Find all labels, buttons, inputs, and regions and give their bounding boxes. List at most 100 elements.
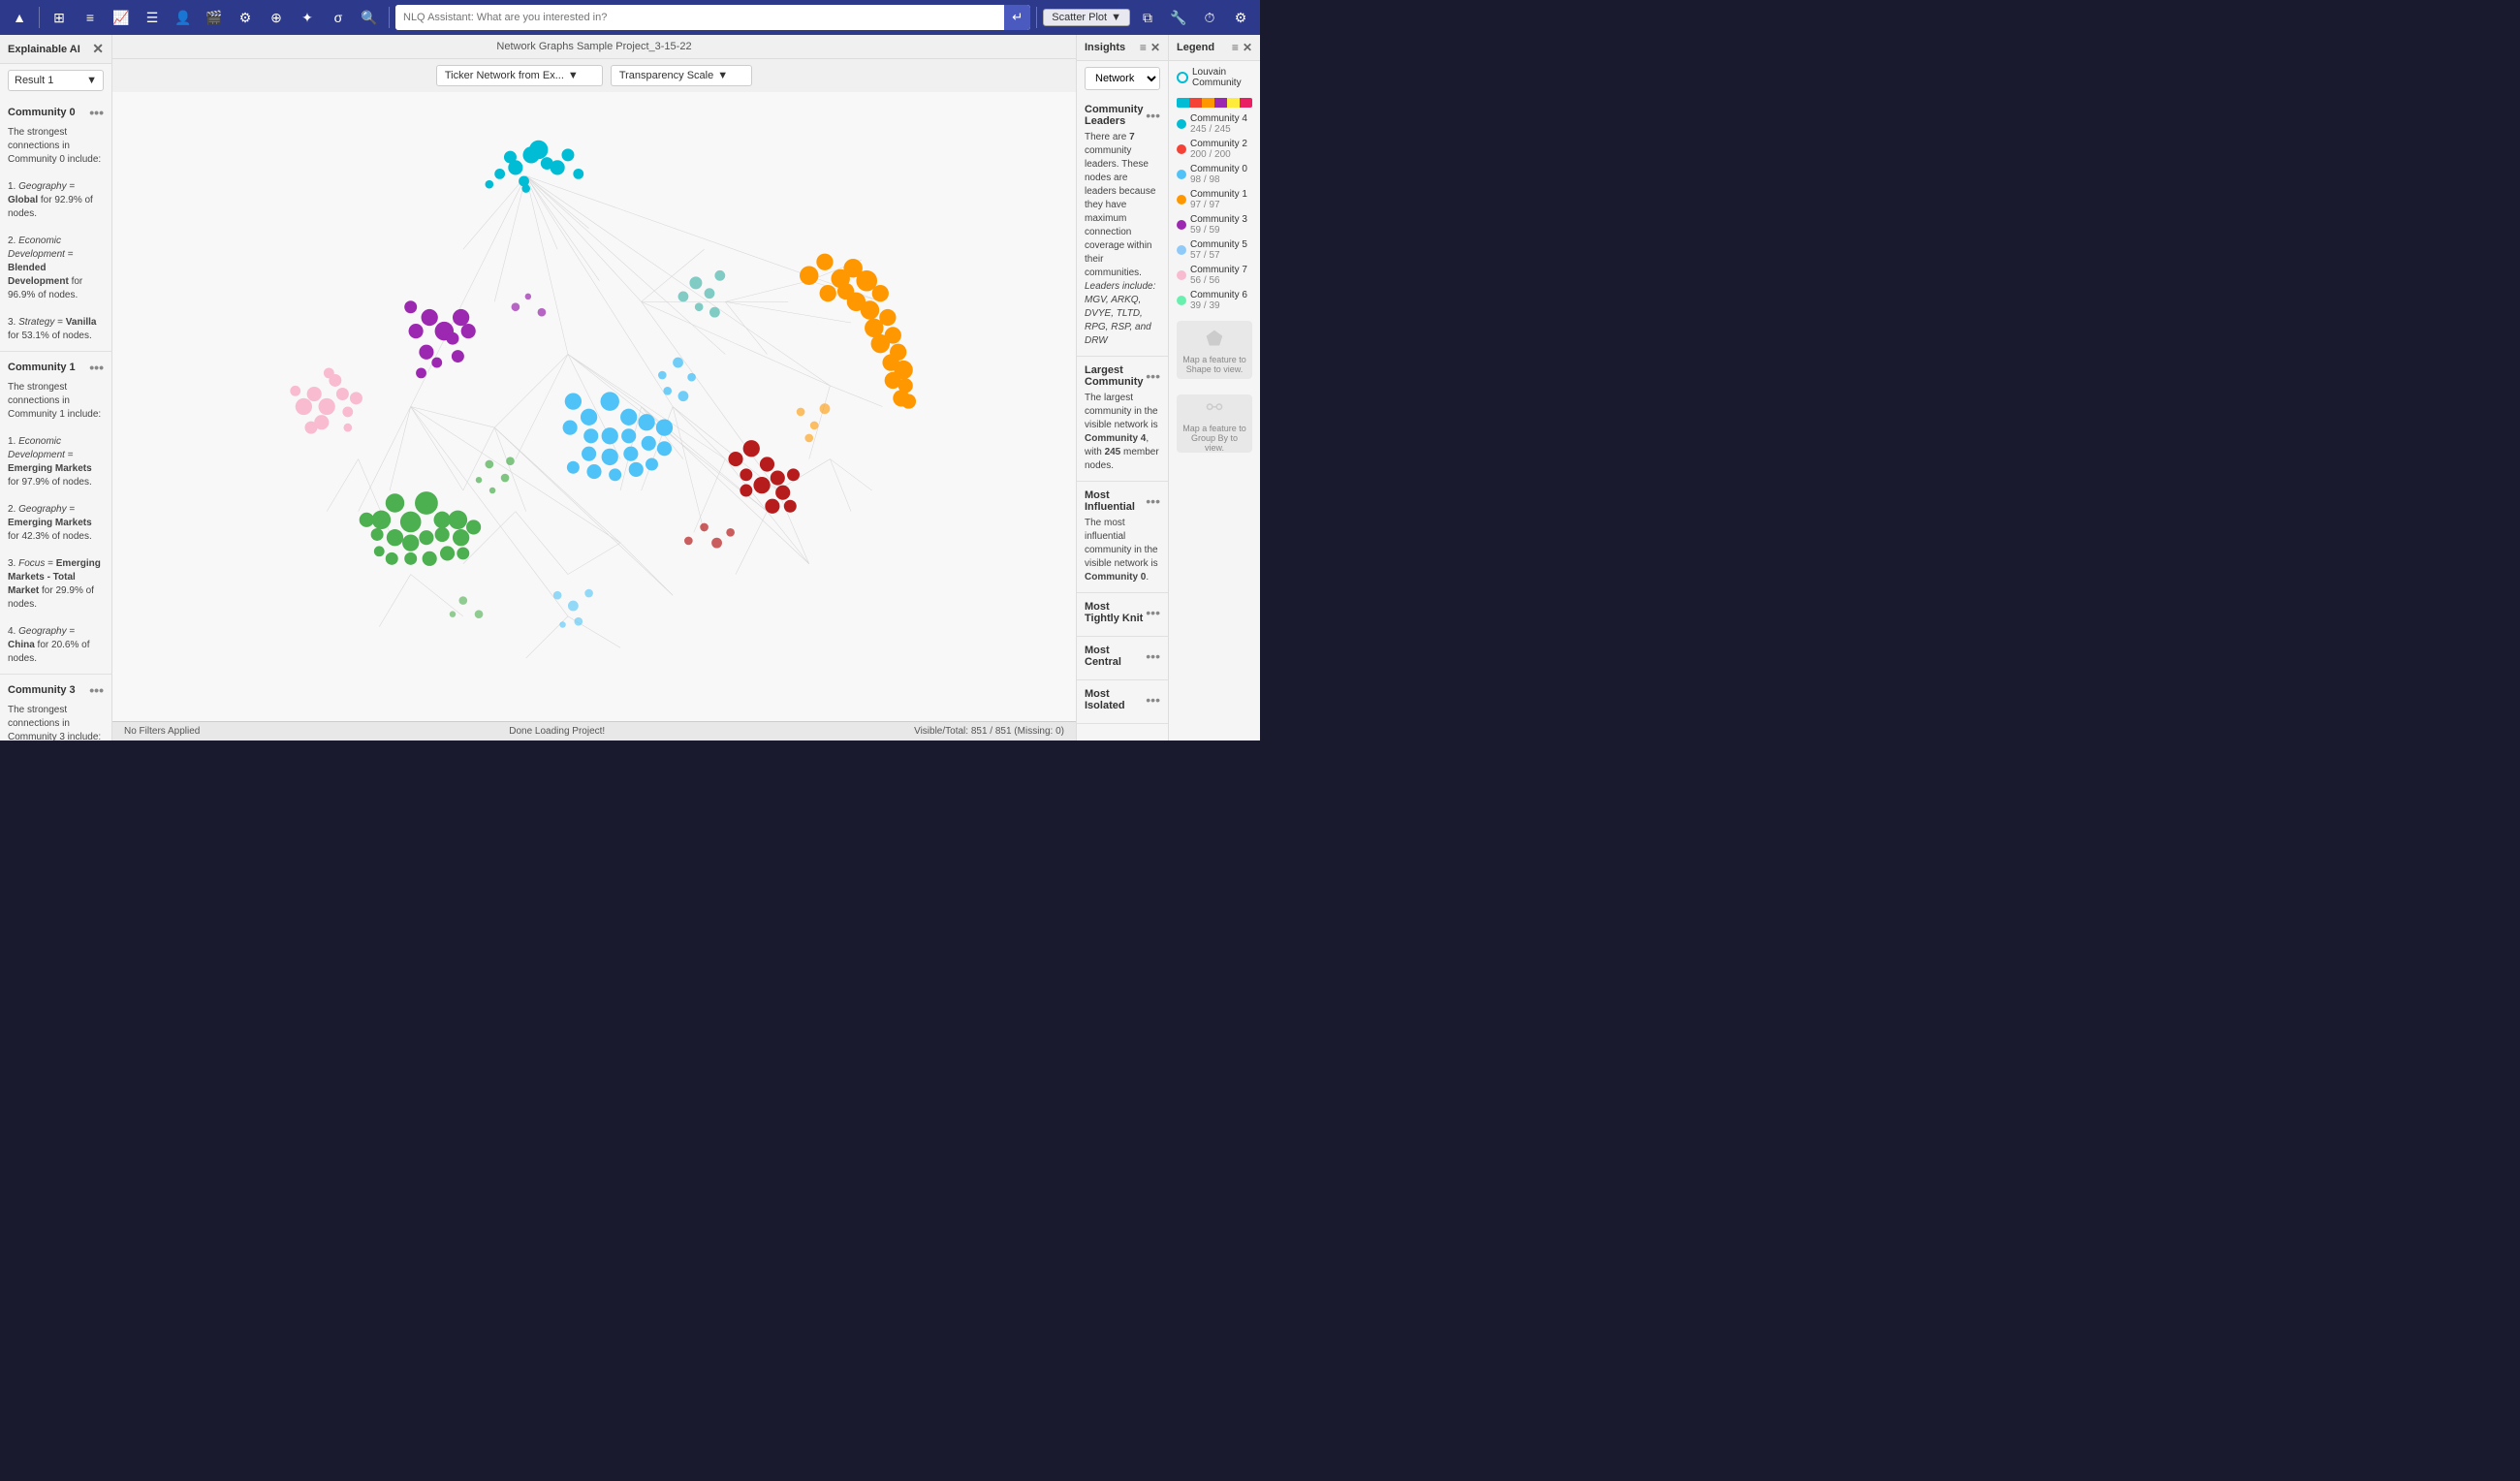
- filter-icon[interactable]: 🔧: [1165, 4, 1192, 31]
- community-0-name: Community 0: [8, 107, 76, 118]
- community-3-section: Community 3 ••• The strongest connection…: [0, 675, 111, 740]
- most-tightly-knit-menu[interactable]: •••: [1146, 605, 1160, 620]
- community-1-dot: [1177, 195, 1186, 205]
- color-seg-purple: [1214, 98, 1227, 108]
- legend-community-6[interactable]: Community 639 / 39: [1169, 288, 1260, 313]
- logo-icon[interactable]: ▲: [6, 4, 33, 31]
- search-icon[interactable]: 🔍: [356, 4, 383, 31]
- louvain-community-row: Louvain Community: [1169, 61, 1260, 94]
- color-seg-yellow: [1227, 98, 1240, 108]
- status-bar: No Filters Applied Done Loading Project!…: [112, 721, 1076, 740]
- largest-community-card: Largest Community ••• The largest commun…: [1077, 357, 1168, 482]
- community-3-label: Community 359 / 59: [1190, 214, 1247, 236]
- community-4-label: Community 4245 / 245: [1190, 113, 1247, 135]
- louvain-label: Louvain Community: [1192, 67, 1252, 88]
- insights-close-button[interactable]: ✕: [1150, 41, 1160, 54]
- grid-icon[interactable]: ⊞: [46, 4, 73, 31]
- most-tightly-knit-title: Most Tightly Knit: [1085, 601, 1146, 624]
- community-0-label: Community 098 / 98: [1190, 164, 1247, 185]
- network-dropdown-container: Network: [1085, 67, 1160, 90]
- ticker-network-dropdown[interactable]: Ticker Network from Ex... ▼: [436, 65, 603, 86]
- community-3-menu[interactable]: •••: [89, 682, 104, 698]
- legend-header-icons: ≡ ✕: [1232, 41, 1252, 54]
- status-visible: Visible/Total: 851 / 851 (Missing: 0): [914, 726, 1064, 737]
- person-icon[interactable]: 👤: [170, 4, 197, 31]
- largest-community-title: Largest Community: [1085, 364, 1146, 388]
- explainable-ai-panel: Explainable AI ✕ Result 1 ▼ Community 0 …: [0, 35, 112, 740]
- community-5-dot: [1177, 245, 1186, 255]
- most-central-menu[interactable]: •••: [1146, 648, 1160, 664]
- community-0-title: Community 0 •••: [8, 105, 104, 120]
- color-seg-pink: [1240, 98, 1252, 108]
- share-icon[interactable]: ⧉: [1134, 4, 1161, 31]
- result-dropdown[interactable]: Result 1 ▼: [8, 70, 104, 91]
- legend-community-5[interactable]: Community 557 / 57: [1169, 237, 1260, 263]
- list-icon[interactable]: ≡: [77, 4, 104, 31]
- legend-menu-icon[interactable]: ≡: [1232, 41, 1239, 54]
- network-select[interactable]: Network: [1085, 67, 1160, 90]
- legend-close-button[interactable]: ✕: [1243, 41, 1252, 54]
- shape-placeholder-text: Map a feature to Shape to view.: [1182, 355, 1246, 374]
- community-leaders-menu[interactable]: •••: [1146, 108, 1160, 123]
- group-placeholder: ⚯ Map a feature to Group By to view.: [1177, 394, 1252, 453]
- community-leaders-text: There are 7 community leaders. These nod…: [1085, 131, 1160, 348]
- status-loading: Done Loading Project!: [509, 726, 605, 737]
- search-submit-button[interactable]: ↵: [1004, 5, 1030, 30]
- history-icon[interactable]: ⏱: [1196, 4, 1223, 31]
- community-1-text: The strongest connections in Community 1…: [8, 381, 104, 666]
- most-isolated-menu[interactable]: •••: [1146, 692, 1160, 708]
- legend-panel: Legend ≡ ✕ Louvain Community Community 4…: [1168, 35, 1260, 740]
- insights-header-icons: ≡ ✕: [1140, 41, 1160, 54]
- legend-community-4[interactable]: Community 4245 / 245: [1169, 111, 1260, 137]
- ticker-dropdown-icon: ▼: [568, 70, 579, 81]
- community-3-name: Community 3: [8, 684, 76, 696]
- community-0-text: The strongest connections in Community 0…: [8, 126, 104, 343]
- toolbar-separator-2: [389, 7, 390, 28]
- result-label: Result 1: [15, 75, 53, 86]
- legend-community-3[interactable]: Community 359 / 59: [1169, 212, 1260, 237]
- most-influential-menu[interactable]: •••: [1146, 493, 1160, 509]
- louvain-circle-icon: [1177, 72, 1188, 83]
- plus-icon[interactable]: ⊕: [263, 4, 290, 31]
- sigma-icon[interactable]: σ: [325, 4, 352, 31]
- settings-icon[interactable]: ⚙: [232, 4, 259, 31]
- community-6-dot: [1177, 296, 1186, 305]
- community-3-dot: [1177, 220, 1186, 230]
- most-central-card: Most Central •••: [1077, 637, 1168, 680]
- chart-icon[interactable]: 📈: [108, 4, 135, 31]
- community-1-section: Community 1 ••• The strongest connection…: [0, 352, 111, 675]
- scatter-dropdown-icon: ▼: [1111, 12, 1121, 23]
- community-1-title: Community 1 •••: [8, 360, 104, 375]
- legend-community-2[interactable]: Community 2200 / 200: [1169, 137, 1260, 162]
- scatter-plot-button[interactable]: Scatter Plot ▼: [1043, 9, 1130, 26]
- network-canvas[interactable]: [112, 92, 1076, 721]
- largest-community-text: The largest community in the visible net…: [1085, 392, 1160, 473]
- community-1-label: Community 197 / 97: [1190, 189, 1247, 210]
- color-seg-red: [1189, 98, 1202, 108]
- legend-community-0[interactable]: Community 098 / 98: [1169, 162, 1260, 187]
- menu-icon[interactable]: ☰: [139, 4, 166, 31]
- insights-panel: Insights ≡ ✕ Network Community Leaders •…: [1076, 35, 1168, 740]
- legend-community-1[interactable]: Community 197 / 97: [1169, 187, 1260, 212]
- explainable-ai-close-button[interactable]: ✕: [92, 41, 104, 57]
- nlq-search-input[interactable]: [395, 5, 1004, 30]
- largest-community-menu[interactable]: •••: [1146, 368, 1160, 384]
- community-5-label: Community 557 / 57: [1190, 239, 1247, 261]
- star-icon[interactable]: ✦: [294, 4, 321, 31]
- largest-community-header: Largest Community •••: [1085, 364, 1160, 388]
- transparency-scale-dropdown[interactable]: Transparency Scale ▼: [611, 65, 752, 86]
- gear-icon[interactable]: ⚙: [1227, 4, 1254, 31]
- center-controls: Ticker Network from Ex... ▼ Transparency…: [112, 59, 1076, 92]
- legend-community-7[interactable]: Community 756 / 56: [1169, 263, 1260, 288]
- community-4-dot: [1177, 119, 1186, 129]
- community-1-menu[interactable]: •••: [89, 360, 104, 375]
- community-6-label: Community 639 / 39: [1190, 290, 1247, 311]
- project-title: Network Graphs Sample Project_3-15-22: [112, 35, 1076, 59]
- most-influential-header: Most Influential •••: [1085, 489, 1160, 513]
- film-icon[interactable]: 🎬: [201, 4, 228, 31]
- community-0-menu[interactable]: •••: [89, 105, 104, 120]
- community-scroll[interactable]: Community 0 ••• The strongest connection…: [0, 97, 111, 740]
- insights-menu-icon[interactable]: ≡: [1140, 41, 1147, 54]
- community-3-title: Community 3 •••: [8, 682, 104, 698]
- community-7-label: Community 756 / 56: [1190, 265, 1247, 286]
